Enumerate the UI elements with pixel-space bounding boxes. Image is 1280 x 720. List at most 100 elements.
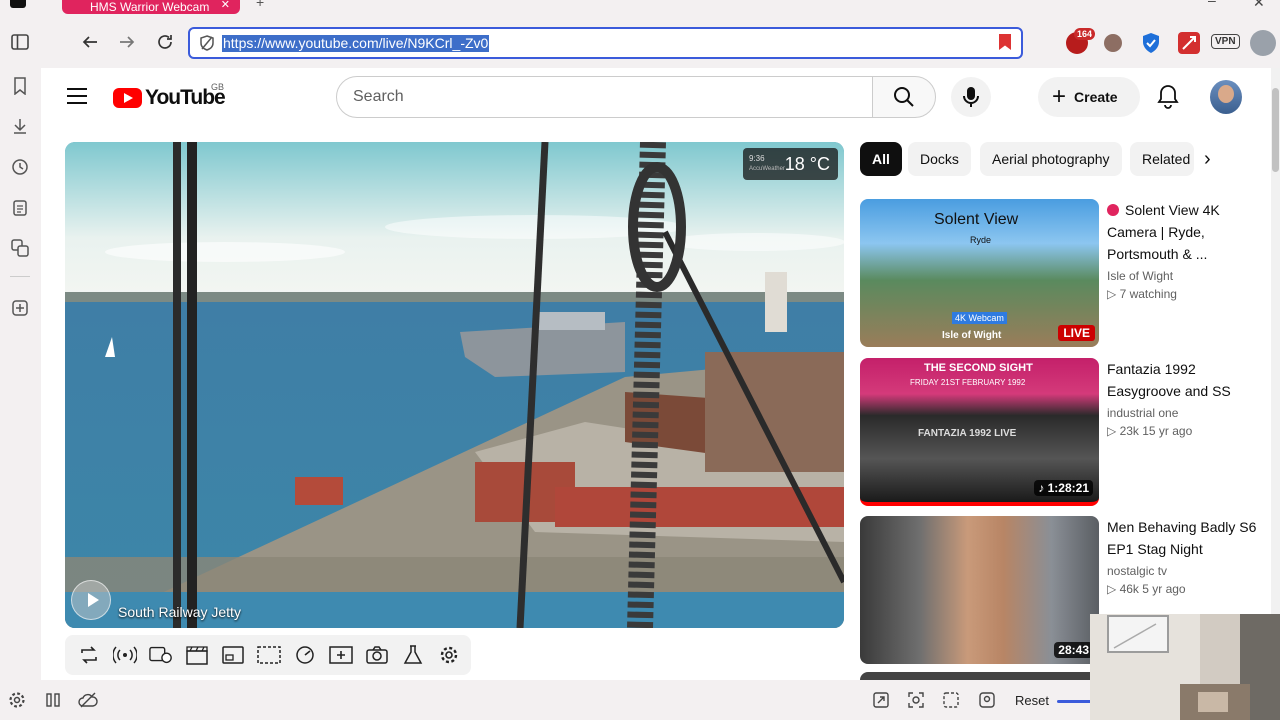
live-indicator-icon bbox=[1107, 204, 1119, 216]
weather-time: 9:36 bbox=[749, 154, 765, 163]
chip-all[interactable]: All bbox=[860, 142, 902, 176]
region-code: GB bbox=[211, 82, 225, 92]
live-badge: LIVE bbox=[1058, 325, 1095, 341]
tracking-protection-icon[interactable] bbox=[198, 34, 216, 52]
recommendation-meta: Men Behaving Badly S6 EP1 Stag Night nos… bbox=[1107, 516, 1257, 596]
screenshot-camera-icon[interactable] bbox=[365, 643, 389, 667]
chip-related[interactable]: Related bbox=[1130, 142, 1194, 176]
weather-overlay: 9:36 AccuWeather 18 °C bbox=[743, 148, 838, 180]
browser-toolbar: https://www.youtube.com/live/N9KCrl_-Zv0… bbox=[0, 18, 1280, 68]
add-frame-icon[interactable] bbox=[329, 643, 353, 667]
camera-play-icon[interactable] bbox=[71, 580, 111, 620]
video-thumbnail[interactable]: 28:43 bbox=[860, 516, 1099, 664]
recommendation-title[interactable]: Fantazia 1992 Easygroove and SS bbox=[1107, 358, 1257, 402]
search-input[interactable] bbox=[337, 77, 872, 117]
panel-toggle-icon[interactable] bbox=[43, 690, 63, 710]
history-icon[interactable] bbox=[10, 157, 30, 177]
channel-name[interactable]: nostalgic tv bbox=[1107, 564, 1257, 578]
bookmark-icon[interactable] bbox=[999, 34, 1011, 50]
recommendation-title[interactable]: Solent View 4K Camera | Ryde, Portsmouth… bbox=[1107, 199, 1257, 265]
resize-icon[interactable] bbox=[871, 690, 891, 710]
search-box[interactable] bbox=[336, 76, 873, 118]
window-close-icon[interactable]: ✕ bbox=[1253, 0, 1265, 11]
create-label: Create bbox=[1074, 89, 1118, 105]
next-recommendation-peek[interactable] bbox=[860, 672, 1099, 680]
account-avatar[interactable] bbox=[1210, 80, 1242, 114]
search-button[interactable] bbox=[872, 76, 936, 118]
webcam-scene bbox=[65, 142, 844, 628]
create-button[interactable]: + Create bbox=[1038, 77, 1140, 117]
view-stats: ▷ 23k 15 yr ago bbox=[1107, 424, 1193, 438]
youtube-logo[interactable]: YouTube bbox=[113, 86, 226, 110]
recommendation-item[interactable]: Solent View Ryde 4K Webcam Isle of Wight… bbox=[860, 199, 1260, 347]
video-settings-icon[interactable] bbox=[149, 643, 173, 667]
plus-icon: + bbox=[1052, 83, 1067, 110]
capture-icon[interactable] bbox=[906, 690, 926, 710]
chip-docks[interactable]: Docks bbox=[908, 142, 971, 176]
pdf-extension-icon[interactable] bbox=[1178, 32, 1200, 54]
browser-profile-icon[interactable] bbox=[1250, 30, 1276, 56]
mini-player-icon[interactable] bbox=[257, 643, 281, 667]
new-tab-icon[interactable]: + bbox=[256, 0, 264, 10]
cloud-sync-icon[interactable] bbox=[78, 690, 98, 710]
active-tab[interactable]: HMS Warrior Webcam ✕ bbox=[62, 0, 240, 14]
thumbnail-brand: Isle of Wight bbox=[942, 330, 1002, 341]
recommendation-meta: Fantazia 1992 Easygroove and SS industri… bbox=[1107, 358, 1257, 438]
video-player[interactable]: 9:36 AccuWeather 18 °C South Railway Jet… bbox=[65, 142, 844, 628]
thumbnail-tag: 4K Webcam bbox=[952, 312, 1007, 324]
view-stats: ▷ 7 watching bbox=[1107, 287, 1177, 301]
extension-badge: 164 bbox=[1074, 28, 1096, 40]
cookie-extension-icon[interactable] bbox=[1104, 34, 1122, 52]
clapperboard-icon[interactable] bbox=[185, 643, 209, 667]
loop-icon[interactable] bbox=[77, 643, 101, 667]
view-stats: ▷ 46k 5 yr ago bbox=[1107, 582, 1186, 596]
youtube-play-icon bbox=[113, 88, 142, 108]
page-scrollbar[interactable] bbox=[1271, 68, 1280, 680]
flask-icon[interactable] bbox=[401, 643, 425, 667]
shield-extension-icon[interactable] bbox=[1141, 32, 1163, 54]
forward-icon[interactable] bbox=[111, 26, 143, 58]
voice-search-button[interactable] bbox=[951, 77, 991, 117]
video-tools-bar bbox=[65, 635, 471, 675]
tab-close-icon[interactable]: ✕ bbox=[221, 0, 230, 11]
webcam-overlay-image bbox=[1090, 614, 1280, 720]
duration-badge: ♪ 1:28:21 bbox=[1034, 480, 1093, 496]
reload-icon[interactable] bbox=[149, 26, 181, 58]
chip-aerial-photography[interactable]: Aerial photography bbox=[980, 142, 1122, 176]
tile-icon[interactable] bbox=[941, 690, 961, 710]
video-thumbnail[interactable]: THE SECOND SIGHT FRIDAY 21ST FEBRUARY 19… bbox=[860, 358, 1099, 506]
bookmarks-icon[interactable] bbox=[10, 76, 30, 96]
add-panel-icon[interactable] bbox=[10, 298, 30, 318]
duration-badge: 28:43 bbox=[1054, 642, 1093, 658]
temperature: 18 °C bbox=[784, 154, 830, 174]
zoom-reset-button[interactable]: Reset bbox=[1015, 693, 1049, 708]
sidebar-toggle-icon[interactable] bbox=[4, 26, 36, 58]
recommendation-title[interactable]: Men Behaving Badly S6 EP1 Stag Night bbox=[1107, 516, 1257, 560]
zoom-slider[interactable] bbox=[1057, 700, 1093, 703]
channel-name[interactable]: industrial one bbox=[1107, 406, 1257, 420]
settings-icon[interactable] bbox=[7, 690, 27, 710]
broadcast-icon[interactable] bbox=[113, 643, 137, 667]
sidebar-divider bbox=[10, 276, 30, 277]
chevron-right-icon[interactable]: › bbox=[1204, 148, 1211, 171]
channel-name[interactable]: Isle of Wight bbox=[1107, 269, 1257, 283]
back-icon[interactable] bbox=[74, 26, 106, 58]
theater-mode-icon[interactable] bbox=[221, 643, 245, 667]
translate-icon[interactable] bbox=[10, 238, 30, 258]
url-text[interactable]: https://www.youtube.com/live/N9KCrl_-Zv0 bbox=[222, 35, 490, 52]
notifications-bell-icon[interactable] bbox=[1156, 84, 1180, 110]
notes-icon[interactable] bbox=[10, 198, 30, 218]
recommendation-item[interactable]: THE SECOND SIGHT FRIDAY 21ST FEBRUARY 19… bbox=[860, 358, 1260, 506]
address-bar[interactable]: https://www.youtube.com/live/N9KCrl_-Zv0 bbox=[188, 27, 1023, 59]
recommendation-title-text: Solent View 4K Camera | Ryde, Portsmouth… bbox=[1107, 202, 1220, 262]
image-toggle-icon[interactable] bbox=[977, 690, 997, 710]
settings-gear-icon[interactable] bbox=[437, 643, 461, 667]
scrollbar-thumb[interactable] bbox=[1272, 88, 1279, 172]
window-minimize-icon[interactable]: – bbox=[1208, 0, 1216, 8]
thumbnail-title: THE SECOND SIGHT bbox=[924, 362, 1033, 374]
vpn-button[interactable]: VPN bbox=[1211, 34, 1240, 49]
speed-icon[interactable] bbox=[293, 643, 317, 667]
guide-menu-icon[interactable] bbox=[67, 88, 87, 104]
downloads-icon[interactable] bbox=[10, 116, 30, 136]
video-thumbnail[interactable]: Solent View Ryde 4K Webcam Isle of Wight… bbox=[860, 199, 1099, 347]
